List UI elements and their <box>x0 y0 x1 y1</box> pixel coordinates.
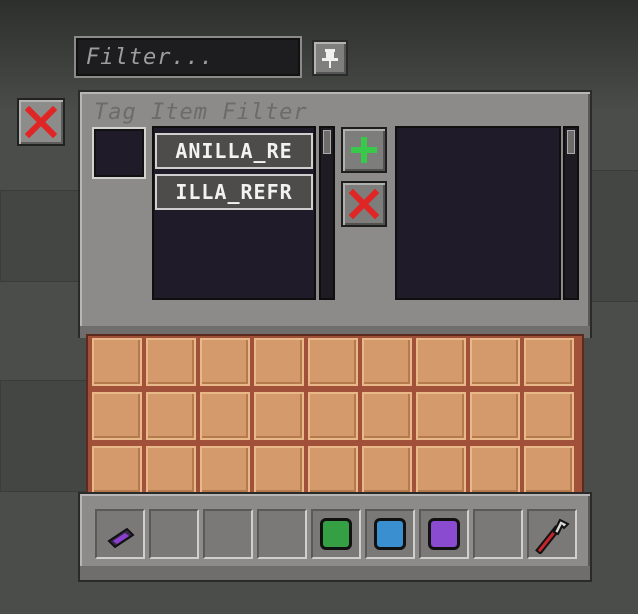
inventory-slot[interactable] <box>254 392 304 440</box>
inventory-slot[interactable] <box>200 392 250 440</box>
inventory-slot[interactable] <box>524 446 574 494</box>
tag-list-scrollbar[interactable] <box>319 126 335 300</box>
inventory-slot[interactable] <box>254 338 304 386</box>
inventory-slot[interactable] <box>308 338 358 386</box>
filter-item-slot[interactable] <box>92 127 146 179</box>
scroll-thumb[interactable] <box>323 130 331 154</box>
inventory-slot[interactable] <box>470 392 520 440</box>
tag-items-preview <box>395 126 561 300</box>
inventory-slot[interactable] <box>92 338 142 386</box>
pin-button[interactable] <box>312 40 348 76</box>
hotbar-shadow <box>80 566 590 580</box>
ground-tile <box>0 380 87 492</box>
pin-icon <box>322 49 338 68</box>
inventory-slot[interactable] <box>416 392 466 440</box>
hotbar-slot[interactable] <box>473 509 523 559</box>
blue-gem-icon <box>374 518 406 550</box>
inventory-slot[interactable] <box>362 338 412 386</box>
close-x-icon <box>25 106 57 138</box>
inventory-slot[interactable] <box>308 392 358 440</box>
ground-tile <box>0 190 82 282</box>
tag-list-item-label: ILLA_REFR <box>175 180 293 204</box>
purple-gem-icon <box>428 518 460 550</box>
panel-title: Tag Item Filter <box>94 100 308 125</box>
hotbar-slot[interactable] <box>365 509 415 559</box>
ground-tile <box>590 170 638 302</box>
tag-list-item[interactable]: ILLA_REFR <box>155 174 313 210</box>
remove-tag-button[interactable] <box>341 181 387 227</box>
inventory-slot[interactable] <box>92 446 142 494</box>
tag-list-item-label: ANILLA_RE <box>175 139 293 163</box>
inventory-slot[interactable] <box>146 392 196 440</box>
inventory-slot[interactable] <box>200 446 250 494</box>
inventory-slot[interactable] <box>200 338 250 386</box>
inventory-slot[interactable] <box>308 446 358 494</box>
tag-list-item[interactable]: ANILLA_RE <box>155 133 313 169</box>
inventory-slot[interactable] <box>146 446 196 494</box>
wrench-icon <box>535 518 570 554</box>
search-placeholder: Filter... <box>86 44 215 70</box>
preview-scrollbar[interactable] <box>563 126 579 300</box>
inventory-slot[interactable] <box>524 392 574 440</box>
inventory-slot[interactable] <box>254 446 304 494</box>
add-tag-button[interactable] <box>341 127 387 173</box>
inventory-slot[interactable] <box>362 392 412 440</box>
inventory-slot[interactable] <box>92 392 142 440</box>
hotbar-slot[interactable] <box>203 509 253 559</box>
inventory-slot[interactable] <box>416 446 466 494</box>
green-gem-icon <box>320 518 352 550</box>
inventory-slot[interactable] <box>416 338 466 386</box>
scroll-thumb[interactable] <box>567 130 575 154</box>
inventory-slot[interactable] <box>470 446 520 494</box>
hotbar-slot[interactable] <box>527 509 577 559</box>
remove-x-icon <box>349 189 379 219</box>
inventory-slot[interactable] <box>470 338 520 386</box>
search-input[interactable]: Filter... <box>74 36 302 78</box>
hotbar-slot[interactable] <box>419 509 469 559</box>
inventory-slot[interactable] <box>362 446 412 494</box>
close-button[interactable] <box>17 98 65 146</box>
inventory-slot[interactable] <box>524 338 574 386</box>
hotbar-slot[interactable] <box>149 509 199 559</box>
hotbar-slot[interactable] <box>257 509 307 559</box>
inventory-slot[interactable] <box>146 338 196 386</box>
plus-icon <box>351 137 377 163</box>
hotbar-slot[interactable] <box>95 509 145 559</box>
hotbar-slot[interactable] <box>311 509 361 559</box>
purple-tool-icon <box>107 527 135 549</box>
